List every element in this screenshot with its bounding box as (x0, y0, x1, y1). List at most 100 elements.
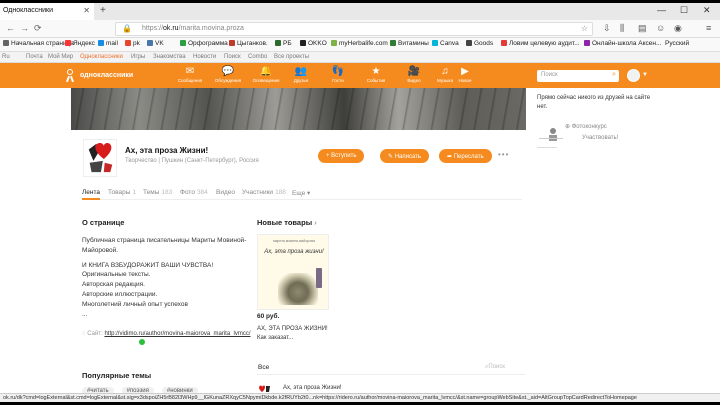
bookmark-item[interactable]: Начальная страница (3, 40, 74, 47)
group-tab[interactable]: Темы 183 (143, 189, 172, 196)
header-nav-3[interactable]: 🔔 Оповещения (251, 66, 281, 84)
group-category: Творчество | Пушкин (Санкт-Петербург), Р… (125, 158, 259, 164)
close-tab-icon[interactable]: ✕ (83, 6, 90, 15)
portal-menu-item[interactable]: Почта (26, 54, 43, 60)
feed-filter-all[interactable]: Все (258, 364, 269, 371)
extension-icon[interactable]: ◉ (674, 23, 682, 34)
tab-title: Одноклассники (3, 7, 54, 14)
globe-icon: ◌ (82, 331, 86, 337)
downloads-icon[interactable]: ⇩ (603, 23, 611, 34)
video-icon: 🎥 (407, 66, 421, 77)
forward-icon[interactable]: → (20, 23, 29, 33)
group-tab[interactable]: Участники 188 (242, 189, 286, 196)
about-text: Публичная страница писательницы Мариты М… (82, 237, 247, 318)
search-icon[interactable]: ⌕ (612, 71, 616, 79)
share-button[interactable]: ➦ Переслать (439, 149, 492, 163)
product-card-title: Ах, эта проза жизни! (264, 249, 324, 255)
product-card-author: марита мовина-майорова (273, 239, 315, 243)
favicon-icon (300, 40, 306, 46)
bookmark-item[interactable]: VK (147, 40, 164, 47)
portal-menu-item[interactable]: Новости (193, 54, 216, 60)
more-icon[interactable]: ••• (498, 150, 509, 159)
bookmark-item[interactable]: OKKO (300, 40, 327, 47)
portal-menu-item[interactable]: Игры (131, 54, 145, 60)
bookmark-item[interactable]: РБ (275, 40, 292, 47)
bookmark-item[interactable]: Canva (432, 40, 459, 47)
group-tab[interactable]: Товары 1 (108, 189, 136, 196)
website-link[interactable]: http://vidimo.ru/author/movina-maiorova_… (104, 331, 250, 337)
bookmark-item[interactable]: Goods (466, 40, 493, 47)
group-tab[interactable]: Еще ▾ (292, 189, 310, 197)
minimize-icon[interactable]: — (657, 5, 666, 15)
close-window-icon[interactable]: ✕ (703, 5, 711, 16)
message-icon: ✉ (185, 66, 195, 77)
header-nav-5[interactable]: 👣 Гости (323, 66, 353, 84)
favicon-icon (98, 40, 104, 46)
header-search-input[interactable]: Поиск ⌕ (537, 70, 619, 82)
reload-icon[interactable]: ⟳ (34, 23, 42, 34)
products-title[interactable]: Новые товары › (257, 218, 317, 227)
bookmark-item[interactable]: myHerbalife.com (331, 40, 388, 47)
library-icon[interactable]: ⫼ (620, 23, 624, 34)
menu-icon[interactable]: ≡ (706, 23, 711, 33)
group-tab[interactable]: Лента (82, 189, 100, 196)
bookmark-item[interactable]: Витамины (390, 40, 429, 47)
sidebar-icon[interactable]: ▤ (638, 23, 647, 34)
bookmark-item[interactable]: mail (98, 40, 118, 47)
website-row: ◌ Сайт: http://vidimo.ru/author/movina-m… (82, 331, 251, 337)
chevron-down-icon[interactable]: ▼ (642, 72, 648, 78)
group-logo[interactable] (83, 139, 117, 177)
join-button[interactable]: + Вступить (318, 149, 365, 163)
ok-title[interactable]: одноклассники (80, 72, 133, 79)
header-nav-9[interactable]: ▶ Новое (450, 66, 480, 84)
portal-menu-item[interactable]: Все проекты (274, 54, 309, 60)
portal-menu-item[interactable]: Ru (2, 54, 10, 60)
lock-icon: 🔒 (122, 24, 132, 33)
product-card[interactable]: марита мовина-майорова Ах, эта проза жиз… (257, 234, 329, 310)
browser-tab[interactable]: Одноклассники ✕ (0, 3, 94, 20)
write-button[interactable]: ✎ Написать (380, 149, 430, 163)
bookmark-item[interactable]: Ловим целевую аудит... (501, 40, 580, 47)
url-path: /marita.movina.proza (178, 25, 244, 32)
favicon-icon (3, 40, 9, 46)
language-select[interactable]: Русский (665, 40, 689, 47)
group-tab[interactable]: Видео (216, 189, 235, 196)
header-nav-6[interactable]: ★ События (361, 66, 391, 84)
portal-menu-item[interactable]: Знакомства (153, 54, 186, 60)
portal-menu-item[interactable]: Combo (248, 54, 267, 60)
feed-search[interactable]: ⌕Поиск (485, 364, 505, 371)
bookmark-item[interactable]: Орфограмма (180, 40, 228, 47)
share-icon: ➦ (447, 154, 454, 160)
maximize-icon[interactable]: ☐ (680, 5, 688, 16)
group-tab[interactable]: Фото 384 (180, 189, 208, 196)
product-name[interactable]: АХ, ЭТА ПРОЗА ЖИЗНИ! Как заказат... (257, 325, 335, 342)
ok-header: одноклассники ✉ Сообщения 💬 Обсуждения 🔔 Опов… (0, 63, 720, 88)
header-nav-4[interactable]: 👥 Друзья (286, 66, 316, 84)
portal-menu-item[interactable]: Одноклассники (80, 54, 123, 60)
bookmark-item[interactable]: pk (125, 40, 140, 47)
header-nav-label: Видео (407, 78, 421, 83)
ok-logo-icon[interactable] (66, 69, 74, 83)
bookmark-item[interactable]: Цыганков. (229, 40, 268, 47)
account-icon[interactable]: ☺ (656, 23, 665, 33)
header-nav-label: Друзья (293, 78, 309, 83)
header-nav-2[interactable]: 💬 Обсуждения (213, 66, 243, 84)
bookmark-item[interactable]: Яндекс (65, 40, 95, 47)
header-nav-1[interactable]: ✉ Сообщения (175, 66, 205, 84)
bookmark-star-icon[interactable]: ☆ (581, 24, 588, 33)
contest-title[interactable]: ⊕ Фотоконкурс (565, 123, 607, 130)
back-icon[interactable]: ← (6, 23, 15, 33)
portal-menubar: Ru Почта Мой Мир Одноклассники Игры Знакомств… (0, 52, 720, 63)
url-bar[interactable]: 🔒 https://ok.ru/marita.movina.proza ☆ (115, 22, 593, 36)
header-nav-7[interactable]: 🎥 Видео (399, 66, 429, 84)
bookmark-item[interactable]: Онлайн-школа Аксен... (584, 40, 661, 47)
group-avatar-icon (259, 385, 270, 392)
portal-menu-item[interactable]: Поиск (224, 54, 241, 60)
feed-item-title[interactable]: Ах, эта проза Жизни! (283, 385, 342, 391)
user-avatar[interactable] (627, 69, 640, 82)
portal-menu-item[interactable]: Мой Мир (48, 54, 73, 60)
friends-online-text: Прямо сейчас никого из друзей на сайте н… (537, 95, 651, 110)
status-bar: ok.ru/dk?cmd=logExternal&st.cmd=logExter… (0, 393, 720, 402)
new-tab-icon[interactable]: + (100, 5, 106, 16)
participate-link[interactable]: Участвовать! (582, 135, 618, 141)
